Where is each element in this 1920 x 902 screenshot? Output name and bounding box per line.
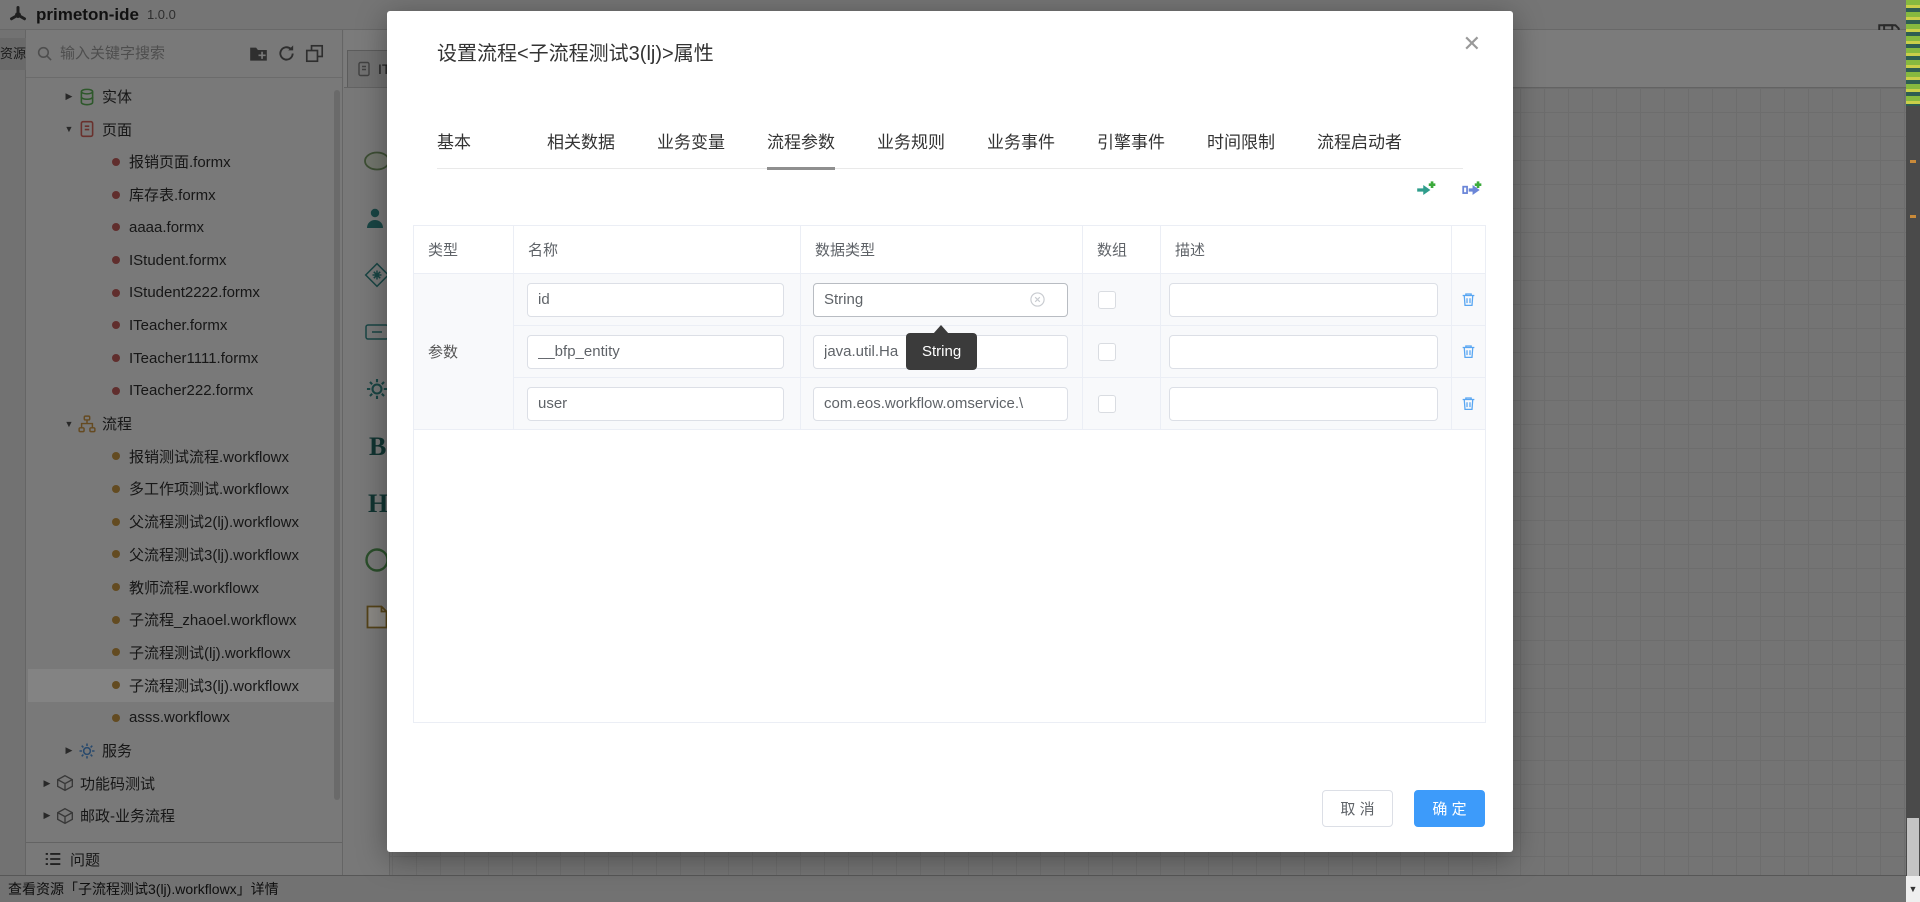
dialog-tab-0[interactable]: 基本 bbox=[437, 128, 505, 168]
tooltip-caret bbox=[933, 325, 949, 334]
params-table: 类型 名称 数据类型 数组 描述 参数 bbox=[413, 225, 1486, 723]
col-header-datatype: 数据类型 bbox=[801, 226, 1083, 274]
col-header-type: 类型 bbox=[414, 226, 514, 274]
dialog-title: 设置流程<子流程测试3(lj)>属性 bbox=[437, 37, 714, 66]
scroll-down-button[interactable]: ▼ bbox=[1906, 876, 1920, 902]
delete-row-icon[interactable] bbox=[1460, 343, 1477, 360]
param-name-input[interactable] bbox=[527, 335, 784, 369]
app-window: primeton-ide 1.0.0 资源 ▶实体▼页面报销页面.formx库存… bbox=[0, 0, 1920, 902]
dialog-tab-6[interactable]: 引擎事件 bbox=[1097, 128, 1165, 168]
datatype-tooltip: String bbox=[906, 333, 977, 370]
add-output-param-icon[interactable] bbox=[1461, 179, 1483, 201]
col-header-name: 名称 bbox=[514, 226, 801, 274]
param-desc-input[interactable] bbox=[1169, 335, 1438, 369]
close-icon[interactable]: ✕ bbox=[1463, 33, 1481, 55]
clear-circle-icon[interactable] bbox=[1029, 291, 1046, 308]
dialog-tab-2[interactable]: 业务变量 bbox=[657, 128, 725, 168]
param-group-label: 参数 bbox=[414, 274, 514, 430]
param-desc-input[interactable] bbox=[1169, 387, 1438, 421]
scrollbar-thumb[interactable] bbox=[1907, 818, 1919, 876]
col-header-desc: 描述 bbox=[1161, 226, 1452, 274]
ok-button[interactable]: 确 定 bbox=[1414, 790, 1485, 827]
array-checkbox[interactable] bbox=[1098, 343, 1116, 361]
dialog-tab-3[interactable]: 流程参数 bbox=[767, 128, 835, 170]
overview-minimap bbox=[1906, 0, 1920, 106]
param-name-input[interactable] bbox=[527, 387, 784, 421]
dialog-tab-5[interactable]: 业务事件 bbox=[987, 128, 1055, 168]
annotation-tick bbox=[1910, 160, 1916, 163]
param-datatype-input[interactable] bbox=[813, 387, 1068, 421]
annotation-tick bbox=[1910, 215, 1916, 218]
param-name-input[interactable] bbox=[527, 283, 784, 317]
add-input-param-icon[interactable] bbox=[1415, 179, 1437, 201]
dialog-tabs: 基本 相关数据 业务变量 流程参数 业务规则 业务事件 引擎事件 时间限制 流程启动者 bbox=[437, 128, 1463, 169]
table-row bbox=[514, 378, 801, 430]
array-checkbox[interactable] bbox=[1098, 291, 1116, 309]
table-row bbox=[514, 274, 801, 326]
dialog-tab-7[interactable]: 时间限制 bbox=[1207, 128, 1275, 168]
cancel-button[interactable]: 取 消 bbox=[1322, 790, 1393, 827]
param-desc-input[interactable] bbox=[1169, 283, 1438, 317]
process-properties-dialog: ✕ 设置流程<子流程测试3(lj)>属性 基本 相关数据 业务变量 流程参数 业务规则 业… bbox=[387, 11, 1513, 852]
col-header-array: 数组 bbox=[1083, 226, 1161, 274]
delete-row-icon[interactable] bbox=[1460, 291, 1477, 308]
table-row bbox=[514, 326, 801, 378]
dialog-tab-4[interactable]: 业务规则 bbox=[877, 128, 945, 168]
delete-row-icon[interactable] bbox=[1460, 395, 1477, 412]
array-checkbox[interactable] bbox=[1098, 395, 1116, 413]
right-scroll-strip: ▼ bbox=[1906, 0, 1920, 902]
dialog-tab-1[interactable]: 相关数据 bbox=[547, 128, 615, 168]
dialog-tab-8[interactable]: 流程启动者 bbox=[1317, 128, 1402, 168]
